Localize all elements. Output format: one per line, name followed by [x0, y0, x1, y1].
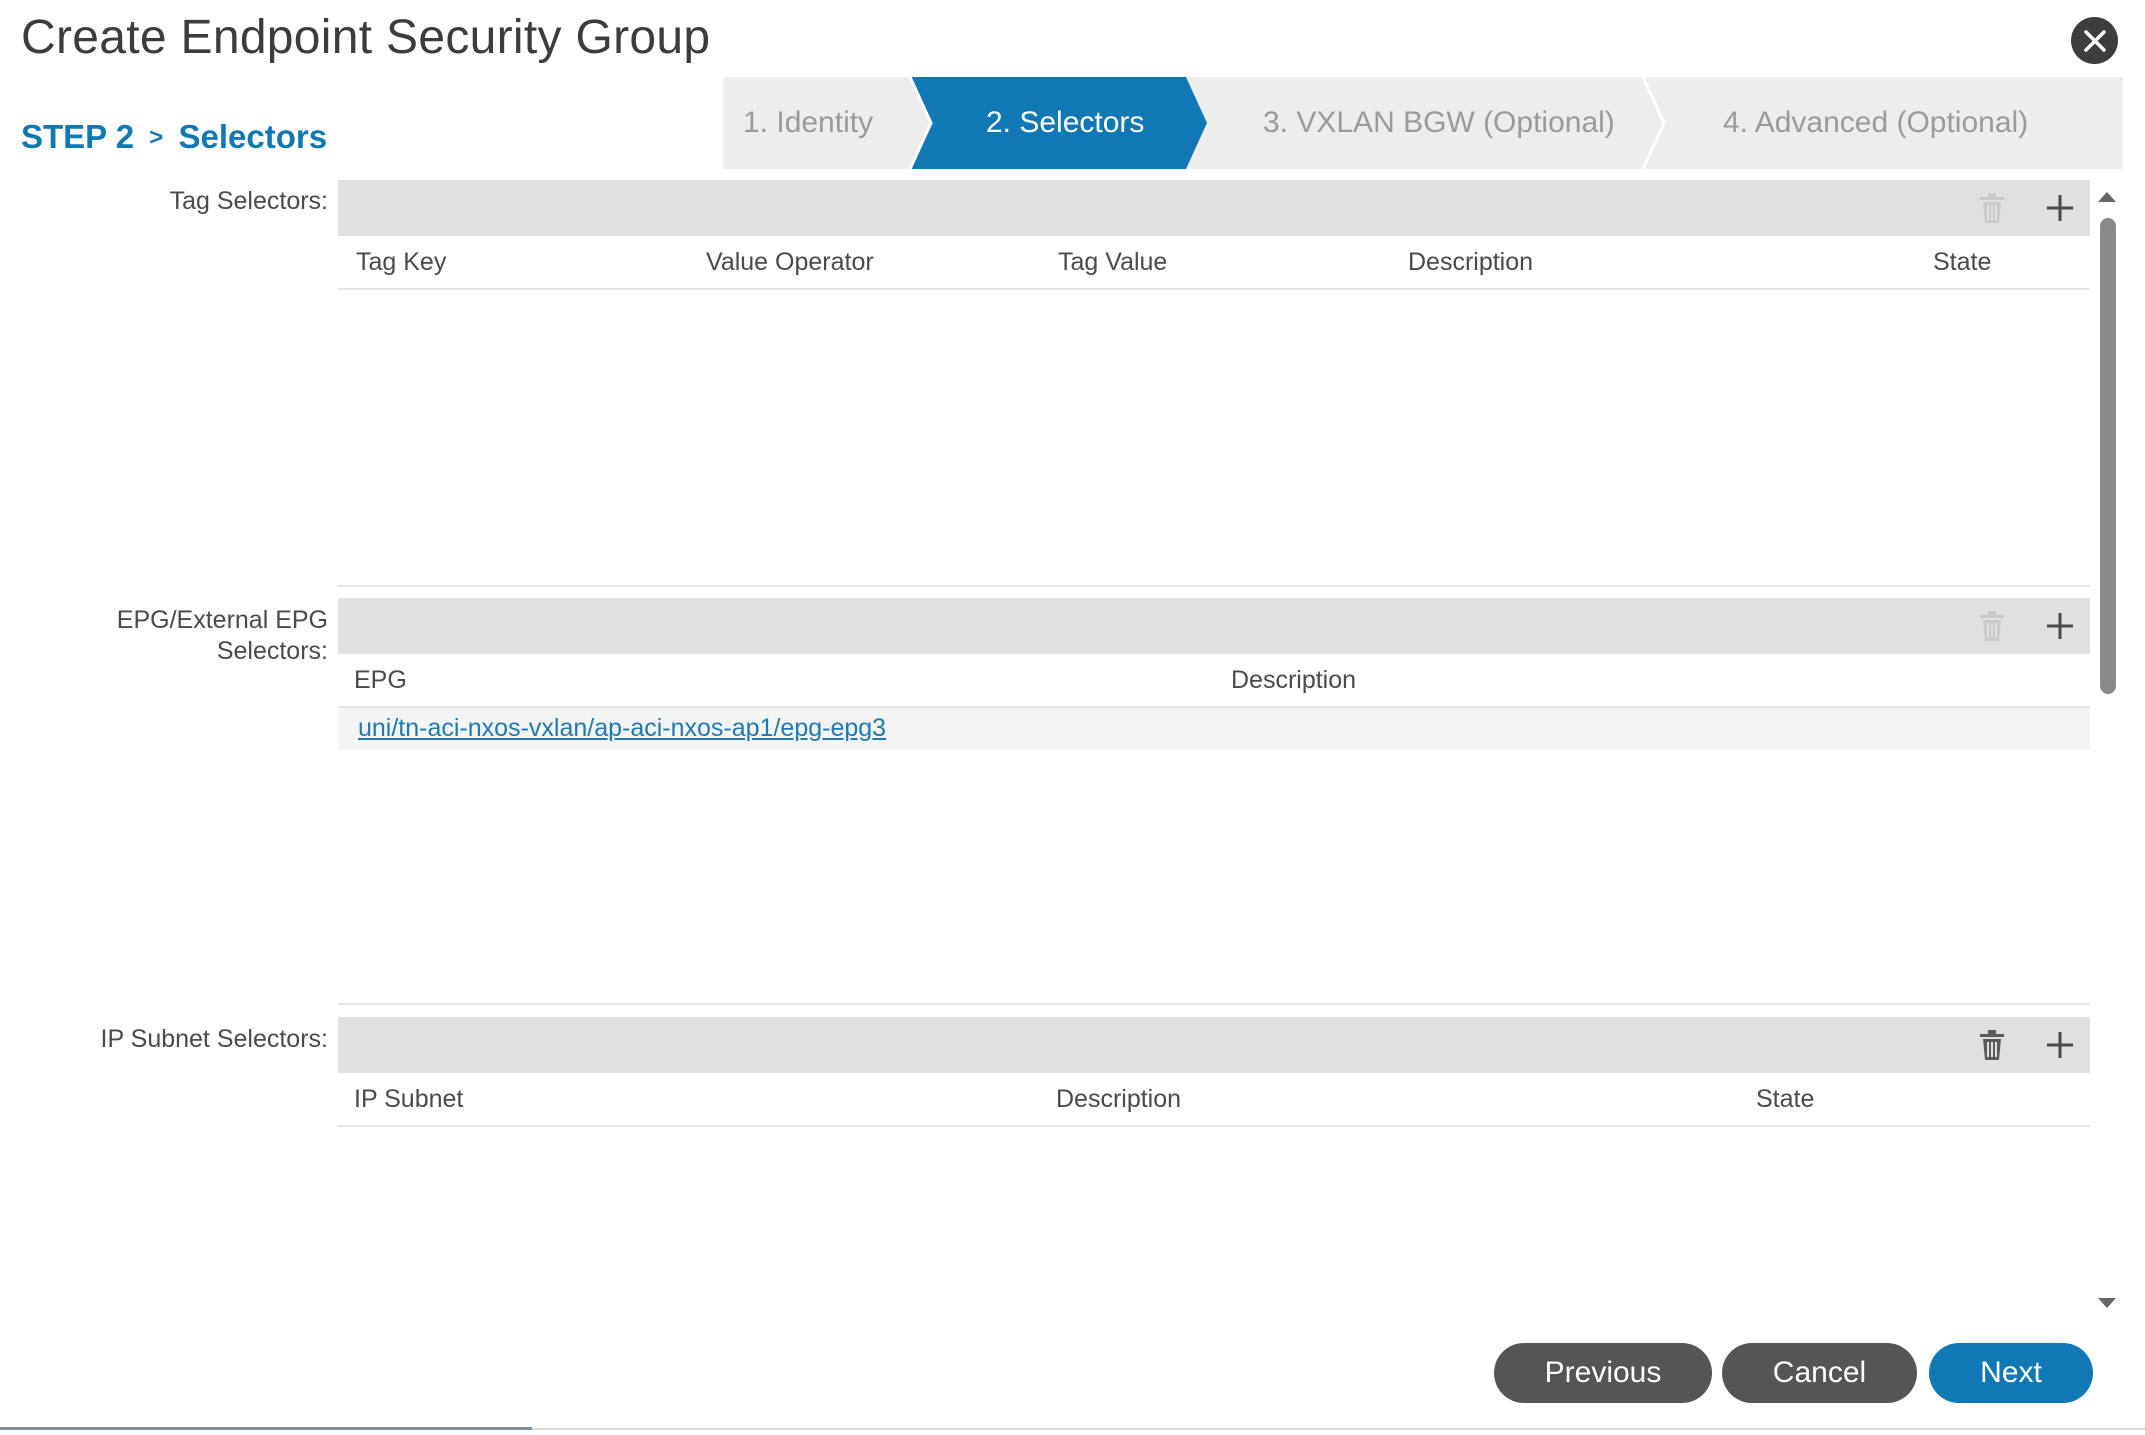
next-button[interactable]: Next	[1929, 1343, 2093, 1403]
col-epg-description[interactable]: Description	[1231, 666, 1356, 695]
wizard-step-identity[interactable]: 1. Identity	[743, 77, 873, 169]
wizard-steps: 1. Identity 2. Selectors 3. VXLAN BGW (O…	[723, 77, 2123, 169]
plus-icon	[2047, 613, 2073, 639]
col-ip-description[interactable]: Description	[1056, 1085, 1181, 1114]
close-icon	[2083, 29, 2106, 52]
tag-selectors-label: Tag Selectors:	[169, 187, 328, 215]
tag-header-divider	[338, 288, 2090, 290]
wizard-step-selectors[interactable]: 2. Selectors	[986, 77, 1144, 169]
scroll-down-icon[interactable]	[2098, 1298, 2116, 1308]
tag-selectors-table: Tag Key Value Operator Tag Value Descrip…	[338, 180, 2090, 590]
tag-add-button[interactable]	[2042, 190, 2078, 226]
step-name: Selectors	[178, 118, 328, 155]
ip-subnet-delete-button[interactable]	[1974, 1027, 2010, 1063]
col-description[interactable]: Description	[1408, 248, 1533, 277]
epg-selectors-toolbar	[338, 598, 2090, 654]
step-indicator: STEP 2 > Selectors	[21, 118, 327, 156]
epg-selectors-table: EPG Description uni/tn-aci-nxos-vxlan/ap…	[338, 598, 2090, 1008]
col-state[interactable]: State	[1933, 248, 1991, 277]
wizard-step-vxlan-bgw[interactable]: 3. VXLAN BGW (Optional)	[1263, 77, 1615, 169]
close-button[interactable]	[2071, 17, 2118, 64]
ip-subnet-add-button[interactable]	[2042, 1027, 2078, 1063]
ip-subnet-toolbar	[338, 1017, 2090, 1073]
tag-delete-button[interactable]	[1974, 190, 2010, 226]
epg-section-bottom	[338, 1003, 2090, 1005]
wizard-divider-3	[1641, 77, 1666, 169]
ip-subnet-selectors-label: IP Subnet Selectors:	[100, 1025, 328, 1053]
col-tag-key[interactable]: Tag Key	[356, 248, 446, 277]
trash-icon	[1980, 1030, 2004, 1060]
wizard-step-advanced[interactable]: 4. Advanced (Optional)	[1723, 77, 2028, 169]
scroll-up-icon[interactable]	[2098, 192, 2116, 202]
epg-link[interactable]: uni/tn-aci-nxos-vxlan/ap-aci-nxos-ap1/ep…	[358, 714, 886, 743]
col-ip-state[interactable]: State	[1756, 1085, 1814, 1114]
epg-selectors-label-line2: Selectors:	[216, 637, 328, 665]
col-tag-value[interactable]: Tag Value	[1058, 248, 1167, 277]
create-esg-dialog: Create Endpoint Security Group STEP 2 > …	[0, 0, 2145, 1435]
epg-delete-button[interactable]	[1974, 608, 2010, 644]
table-row[interactable]: uni/tn-aci-nxos-vxlan/ap-aci-nxos-ap1/ep…	[338, 708, 2090, 750]
tag-selectors-toolbar	[338, 180, 2090, 236]
step-separator: >	[149, 124, 164, 151]
ip-subnet-selectors-table: IP Subnet Description State	[338, 1017, 2090, 1317]
col-value-operator[interactable]: Value Operator	[706, 248, 874, 277]
dialog-title: Create Endpoint Security Group	[21, 11, 711, 64]
dialog-bottom-accent	[0, 1427, 532, 1430]
cancel-button[interactable]: Cancel	[1722, 1343, 1917, 1403]
ip-subnet-header-divider	[338, 1125, 2090, 1127]
epg-add-button[interactable]	[2042, 608, 2078, 644]
trash-icon	[1980, 611, 2004, 641]
trash-icon	[1980, 193, 2004, 223]
col-epg[interactable]: EPG	[354, 666, 407, 695]
epg-selectors-label-line1: EPG/External EPG	[116, 606, 328, 634]
epg-selectors-label: EPG/External EPG Selectors:	[18, 605, 328, 667]
plus-icon	[2047, 195, 2073, 221]
plus-icon	[2047, 1032, 2073, 1058]
tag-section-bottom	[338, 585, 2090, 587]
col-ip-subnet[interactable]: IP Subnet	[354, 1085, 463, 1114]
scrollbar-thumb[interactable]	[2100, 218, 2116, 694]
step-prefix: STEP 2	[21, 118, 135, 155]
previous-button[interactable]: Previous	[1494, 1343, 1712, 1403]
